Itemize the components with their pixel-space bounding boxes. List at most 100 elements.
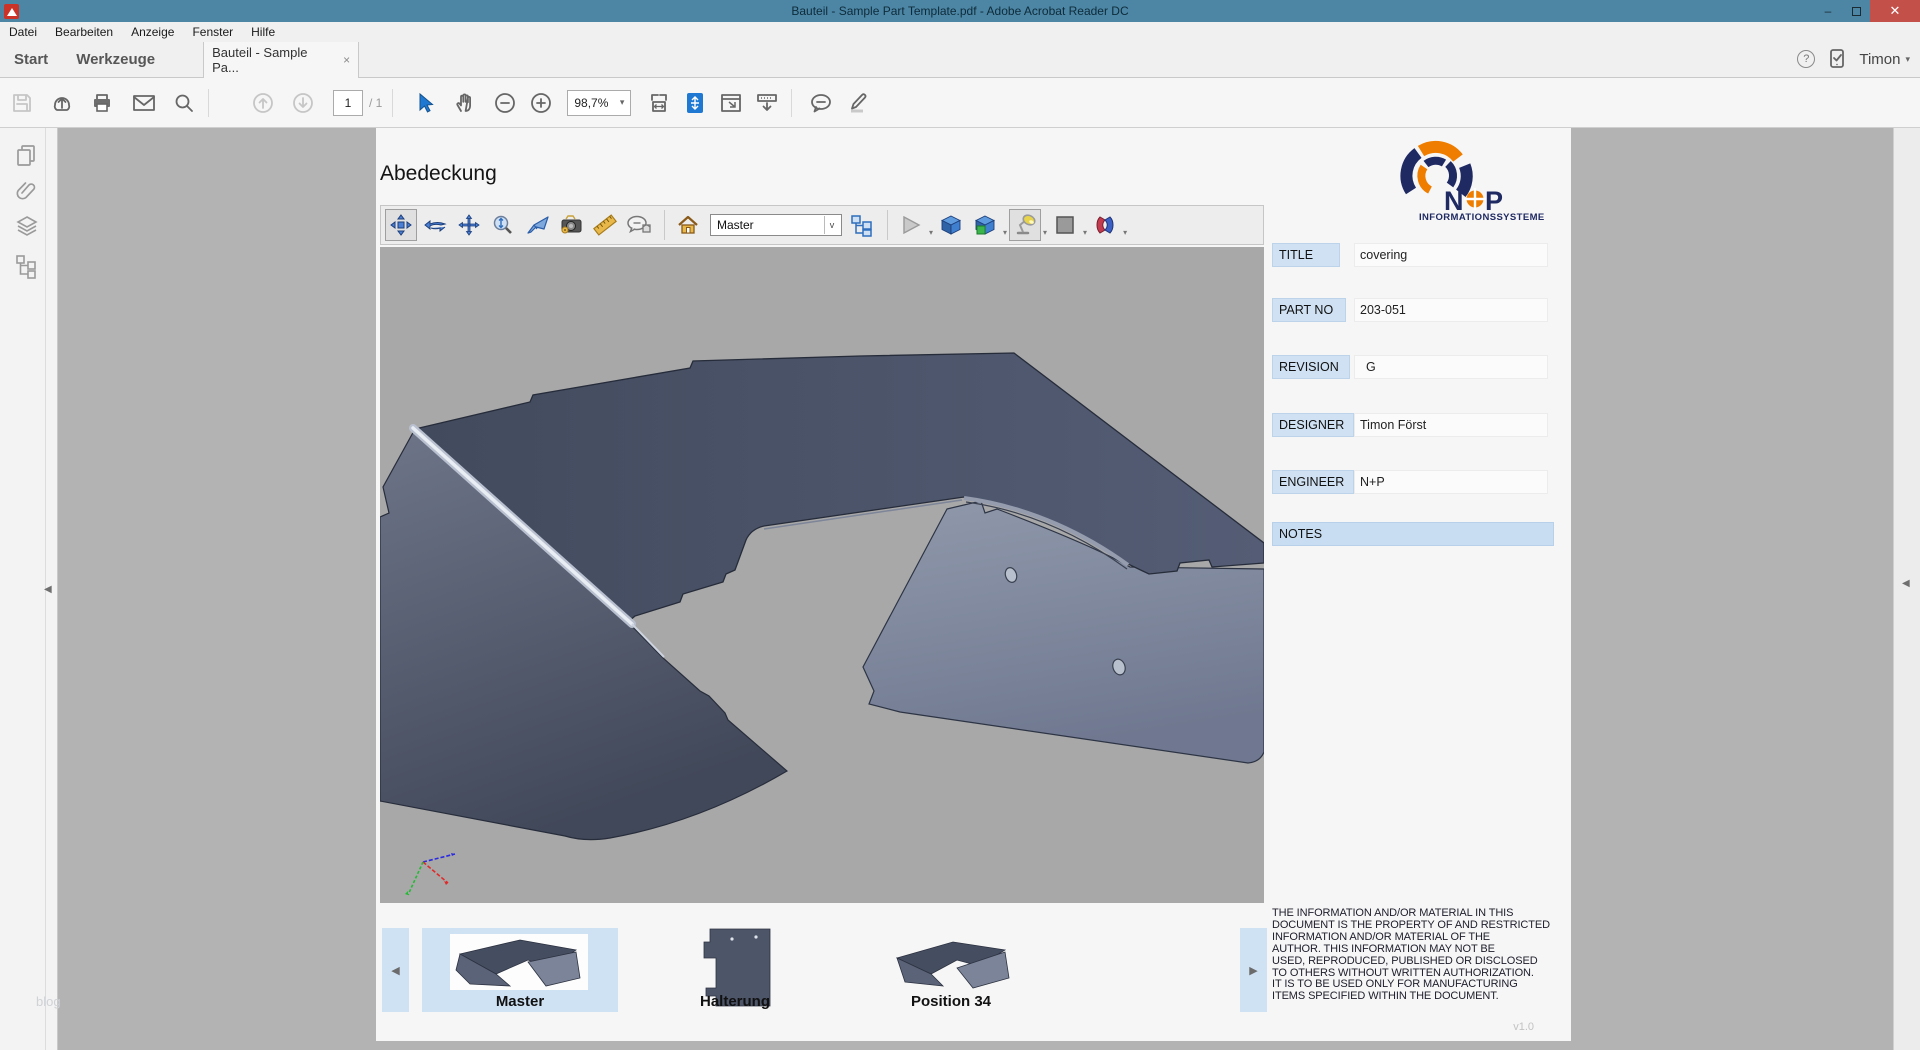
restore-button[interactable] xyxy=(1842,0,1870,22)
fly-tool-icon[interactable] xyxy=(521,209,553,241)
field-value-partno: 203-051 xyxy=(1360,298,1406,322)
notes-label: NOTES xyxy=(1272,522,1554,546)
model-tree-toggle-icon[interactable] xyxy=(846,209,878,241)
camera-tool-icon[interactable] xyxy=(555,209,587,241)
play-animation-icon[interactable] xyxy=(895,209,927,241)
help-button[interactable]: ? xyxy=(1797,50,1815,68)
zoom-in-button[interactable] xyxy=(527,88,555,118)
carousel-item-master[interactable]: Master xyxy=(422,928,618,1012)
view-select[interactable]: Master v xyxy=(710,214,842,236)
logo-subtitle: INFORMATIONSSYSTEME xyxy=(1419,212,1545,223)
tab-document[interactable]: Bauteil - Sample Pa... × xyxy=(203,42,359,79)
save-button[interactable] xyxy=(8,88,36,118)
thumbnail-frame xyxy=(450,934,588,990)
menu-anzeige[interactable]: Anzeige xyxy=(122,25,183,39)
menu-fenster[interactable]: Fenster xyxy=(183,25,242,39)
3d-toolbar: Master v ▾ ▾ ▾ ▾ xyxy=(380,205,1264,245)
model-tree-pane-icon[interactable] xyxy=(14,253,40,279)
rotate-tool-icon[interactable] xyxy=(385,209,417,241)
share-upload-button[interactable] xyxy=(48,88,76,118)
search-button[interactable] xyxy=(170,88,198,118)
cross-section-icon[interactable] xyxy=(1089,209,1121,241)
carousel-label: Halterung xyxy=(642,993,828,1010)
tab-document-label: Bauteil - Sample Pa... xyxy=(212,45,335,75)
master-thumbnail xyxy=(450,934,588,990)
background-color-icon[interactable] xyxy=(1049,209,1081,241)
field-value-engineer: N+P xyxy=(1360,470,1385,494)
divider xyxy=(887,210,888,240)
tab-werkzeuge[interactable]: Werkzeuge xyxy=(62,51,169,68)
watermark-text: blog xyxy=(36,994,61,1009)
expand-tools-pane-button[interactable]: ◀ xyxy=(1902,578,1910,589)
menu-bearbeiten[interactable]: Bearbeiten xyxy=(46,25,122,39)
highlight-pen-button[interactable] xyxy=(844,88,872,118)
hand-tool-button[interactable] xyxy=(451,88,479,118)
next-page-button[interactable] xyxy=(289,88,317,118)
minimize-button[interactable]: – xyxy=(1814,0,1842,22)
menu-hilfe[interactable]: Hilfe xyxy=(242,25,284,39)
zoom-tool-icon[interactable] xyxy=(487,209,519,241)
attachments-icon[interactable] xyxy=(14,178,40,204)
carousel-item-position-34[interactable]: Position 34 xyxy=(858,928,1044,1012)
carousel-next-button[interactable]: ▶ xyxy=(1240,928,1267,1012)
divider xyxy=(392,89,393,117)
chevron-down-icon[interactable]: ▾ xyxy=(1043,228,1047,237)
chevron-down-icon[interactable]: ▾ xyxy=(929,228,933,237)
email-button[interactable] xyxy=(130,88,158,118)
measure-tool-icon[interactable] xyxy=(589,209,621,241)
position-34-thumbnail xyxy=(891,936,1011,998)
comment-button[interactable] xyxy=(808,88,836,118)
fit-width-button[interactable] xyxy=(645,88,673,118)
account-menu[interactable]: Timon ▾ xyxy=(1859,51,1910,68)
sign-mobile-icon[interactable] xyxy=(1829,49,1845,69)
carousel-prev-button[interactable]: ◀ xyxy=(382,928,409,1012)
render-mode-icon[interactable] xyxy=(969,209,1001,241)
pdf-page: Abedeckung N P INFORMATIONSSYSTEME xyxy=(376,128,1571,1041)
main-toolbar: / 1 98,7% ▾ xyxy=(0,78,1920,128)
tab-close-icon[interactable]: × xyxy=(343,53,350,67)
chevron-down-icon[interactable]: ▾ xyxy=(1123,228,1127,237)
divider xyxy=(791,89,792,117)
close-button[interactable]: ✕ xyxy=(1870,0,1920,22)
tab-start[interactable]: Start xyxy=(0,51,62,68)
fullscreen-button[interactable] xyxy=(717,88,745,118)
field-label-engineer: ENGINEER xyxy=(1272,470,1354,494)
chevron-down-icon[interactable]: ▾ xyxy=(1003,228,1007,237)
chevron-down-icon[interactable]: ▾ xyxy=(1083,228,1087,237)
page-number-input[interactable] xyxy=(333,90,363,116)
use-default-view-icon[interactable] xyxy=(935,209,967,241)
carousel-label: Position 34 xyxy=(858,993,1044,1010)
previous-page-button[interactable] xyxy=(249,88,277,118)
3d-viewport[interactable] xyxy=(380,247,1264,903)
select-tool-button[interactable] xyxy=(411,88,439,118)
page-thumbnails-icon[interactable] xyxy=(14,143,40,169)
field-value-box[interactable] xyxy=(1354,355,1548,379)
default-view-home-icon[interactable] xyxy=(672,209,704,241)
window-title: Bauteil - Sample Part Template.pdf - Ado… xyxy=(0,4,1920,18)
zoom-level-select[interactable]: 98,7% ▾ xyxy=(567,90,631,116)
legal-notice: THE INFORMATION AND/OR MATERIAL IN THIS … xyxy=(1272,908,1564,1003)
chevron-down-icon: ▾ xyxy=(1905,54,1910,65)
spin-tool-icon[interactable] xyxy=(419,209,451,241)
menu-bar: Datei Bearbeiten Anzeige Fenster Hilfe xyxy=(0,22,1920,41)
3d-comment-tool-icon[interactable] xyxy=(623,209,655,241)
hide-toolbar-button[interactable] xyxy=(753,88,781,118)
print-button[interactable] xyxy=(88,88,116,118)
pan-tool-icon[interactable] xyxy=(453,209,485,241)
collapse-nav-pane-button[interactable]: ◀ xyxy=(44,578,57,600)
template-version: v1.0 xyxy=(1436,1021,1534,1033)
part-heading: Abedeckung xyxy=(380,162,497,186)
field-value-designer: Timon Först xyxy=(1360,413,1426,437)
fit-page-button[interactable] xyxy=(681,88,709,118)
field-value-title: covering xyxy=(1360,243,1407,267)
menu-datei[interactable]: Datei xyxy=(0,25,46,39)
chevron-down-icon: ▾ xyxy=(620,97,625,108)
carousel-item-halterung[interactable]: Halterung xyxy=(642,928,828,1012)
zoom-out-button[interactable] xyxy=(491,88,519,118)
field-label-designer: DESIGNER xyxy=(1272,413,1354,437)
divider xyxy=(664,210,665,240)
company-logo: N P INFORMATIONSSYSTEME xyxy=(1386,136,1531,234)
layers-icon[interactable] xyxy=(14,215,40,241)
lighting-icon[interactable] xyxy=(1009,209,1041,241)
field-label-partno: PART NO xyxy=(1272,298,1346,322)
